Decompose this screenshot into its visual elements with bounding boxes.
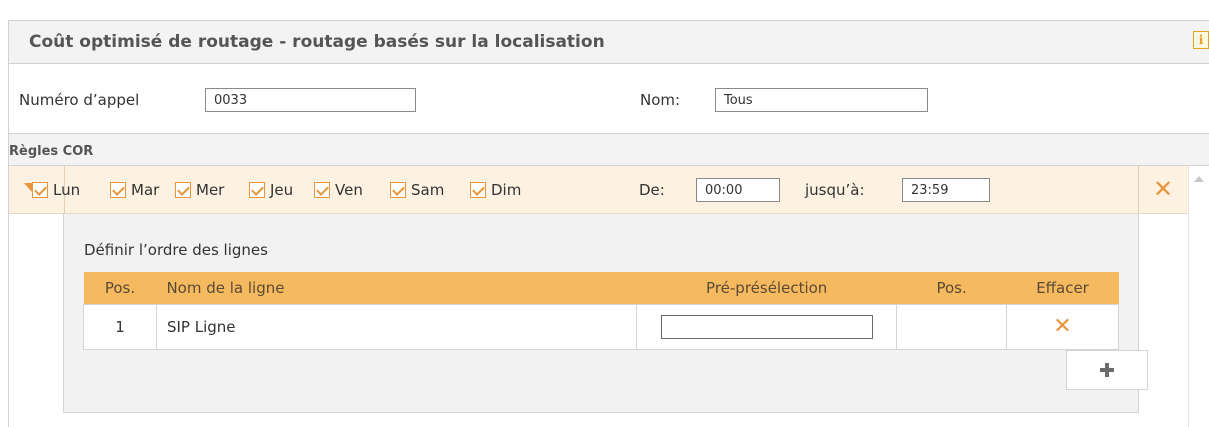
day-label: Ven (335, 181, 363, 199)
day-label: Mar (131, 181, 160, 199)
call-number-label: Numéro d’appel (19, 91, 140, 109)
day-label: Sam (411, 181, 445, 199)
day-label: Jeu (270, 181, 294, 199)
from-time-input[interactable] (696, 178, 780, 202)
checkbox-jeu[interactable] (249, 182, 265, 198)
column-header-delete: Effacer (1006, 272, 1119, 304)
day-lun[interactable]: Lun (32, 181, 80, 199)
scrollbar[interactable] (1188, 166, 1209, 427)
checkbox-dim[interactable] (470, 182, 486, 198)
row-pos2 (896, 303, 1008, 350)
day-jeu[interactable]: Jeu (249, 181, 293, 199)
day-sam[interactable]: Sam (390, 181, 444, 199)
row-delete-cell: ✕ (1006, 303, 1119, 350)
panel-left-border (8, 64, 9, 427)
rules-header: Règles COR (8, 133, 1209, 166)
cor-panel: Coût optimisé de routage - routage basés… (8, 0, 1209, 427)
checkbox-mer[interactable] (175, 182, 191, 198)
column-header-pos2: Pos. (896, 272, 1007, 304)
day-dim[interactable]: Dim (470, 181, 521, 199)
name-input[interactable] (715, 88, 928, 112)
line-order-label: Définir l’ordre des lignes (84, 241, 268, 259)
day-mer[interactable]: Mer (175, 181, 224, 199)
column-header-line-name: Nom de la ligne (156, 272, 637, 304)
delete-rule-icon[interactable]: ✕ (1153, 177, 1173, 201)
panel-header: Coût optimisé de routage - routage basés… (8, 20, 1209, 64)
checkbox-ven[interactable] (314, 182, 330, 198)
day-label: Mer (196, 181, 225, 199)
rule-row: Lun Mar Mer Jeu Ven Sam Dim De: jusqu’à: ✕ (8, 166, 1188, 214)
checkbox-lun[interactable] (32, 182, 48, 198)
rules-header-label: Règles COR (9, 144, 94, 159)
day-mar[interactable]: Mar (110, 181, 159, 199)
to-label: jusqu’à: (805, 181, 865, 199)
table-row: 1 SIP Ligne ✕ (83, 303, 1119, 350)
preselection-input[interactable] (660, 314, 873, 339)
plus-icon (1100, 363, 1114, 377)
row-pos: 1 (83, 303, 157, 350)
row-divider (1138, 166, 1139, 214)
call-number-input[interactable] (205, 88, 416, 112)
checkbox-mar[interactable] (110, 182, 126, 198)
scroll-up-icon[interactable] (1194, 176, 1204, 182)
add-line-button[interactable] (1066, 350, 1148, 390)
lines-table: Pos. Nom de la ligne Pré-présélection Po… (83, 272, 1119, 350)
panel-title: Coût optimisé de routage - routage basés… (29, 32, 605, 52)
day-label: Dim (491, 181, 522, 199)
from-label: De: (639, 181, 665, 199)
column-header-preselection: Pré-présélection (636, 272, 897, 304)
row-line-name: SIP Ligne (155, 303, 638, 350)
name-label: Nom: (640, 91, 681, 109)
line-order-panel: Définir l’ordre des lignes Pos. Nom de l… (63, 214, 1148, 413)
row-preselection-cell (636, 303, 898, 350)
column-header-pos: Pos. (83, 272, 157, 304)
day-ven[interactable]: Ven (314, 181, 363, 199)
info-icon[interactable]: i (1193, 31, 1209, 49)
checkbox-sam[interactable] (390, 182, 406, 198)
table-header-row: Pos. Nom de la ligne Pré-présélection Po… (83, 272, 1119, 304)
delete-line-icon[interactable]: ✕ (1053, 314, 1071, 339)
to-time-input[interactable] (902, 178, 990, 202)
day-label: Lun (53, 181, 81, 199)
